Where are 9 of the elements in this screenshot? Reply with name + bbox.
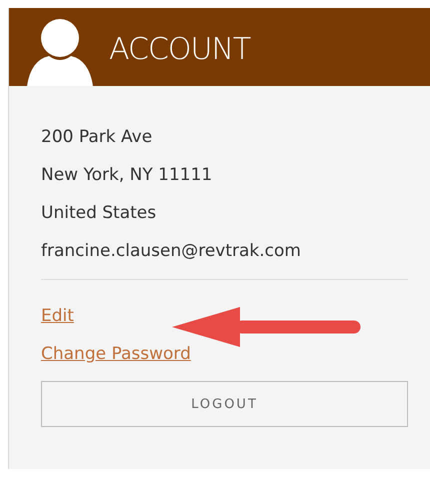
account-link[interactable]: Edit: [41, 302, 74, 330]
address-line: United States: [41, 202, 158, 225]
address-line: 200 Park Ave: [41, 126, 154, 149]
address-line: New York, NY 11111: [41, 164, 214, 187]
account-link[interactable]: Change Password: [41, 340, 191, 368]
address-line: francine.clausen@revtrak.com: [41, 240, 302, 263]
logout-button[interactable]: LOGOUT: [41, 381, 408, 427]
user-icon: [25, 16, 95, 86]
panel-title: ACCOUNT: [109, 32, 250, 66]
